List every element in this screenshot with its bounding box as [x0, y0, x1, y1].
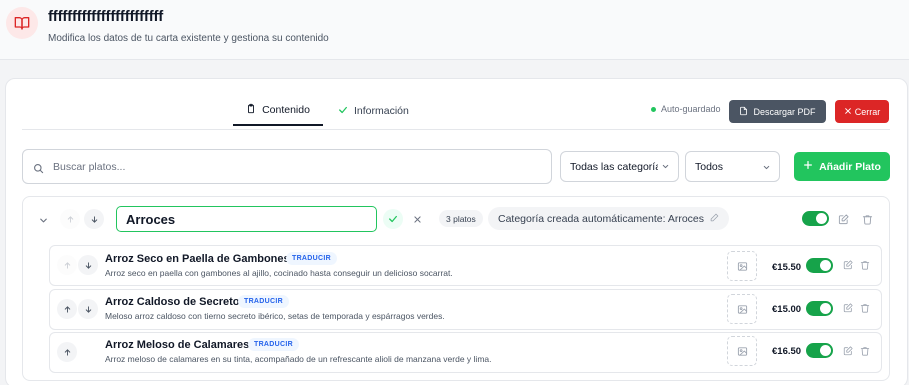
dish-price: €15.00	[772, 304, 802, 315]
dish-description: Arroz meloso de calamares en su tinta, a…	[105, 354, 492, 364]
pencil-icon	[710, 213, 719, 225]
tab-informacion[interactable]: Información	[338, 96, 409, 126]
translate-badge[interactable]: TRADUCIR	[238, 295, 289, 308]
status-filter-select[interactable]: Todos	[685, 151, 780, 182]
category-filter-value: Todas las categorías	[570, 160, 667, 173]
move-up-button[interactable]	[57, 299, 77, 319]
category-name-input[interactable]	[116, 206, 377, 232]
file-icon	[739, 106, 748, 118]
dish-price: €15.50	[772, 262, 802, 273]
tab-contenido[interactable]: Contenido	[233, 96, 323, 126]
delete-dish-icon[interactable]	[858, 258, 872, 272]
move-down-button[interactable]	[84, 209, 104, 229]
tab-label: Información	[354, 105, 409, 117]
chevron-down-icon	[658, 162, 670, 174]
delete-dish-icon[interactable]	[858, 344, 872, 358]
dish-image-placeholder[interactable]	[727, 336, 757, 366]
category-description-text: Categoría creada automáticamente: Arroce…	[498, 212, 705, 225]
delete-dish-icon[interactable]	[858, 301, 872, 315]
add-dish-label: Añadir Plato	[819, 160, 881, 173]
search-input[interactable]	[53, 158, 533, 176]
confirm-category-button[interactable]	[383, 209, 403, 229]
dish-image-placeholder[interactable]	[727, 294, 757, 324]
autosave-indicator: Auto-guardado	[651, 104, 721, 114]
dish-name: Arroz Meloso de Calamares	[105, 339, 250, 351]
move-down-button[interactable]	[78, 255, 98, 275]
page-subtitle: Modifica los datos de tu carta existente…	[48, 33, 329, 44]
edit-dish-icon[interactable]	[841, 258, 855, 272]
dish-row	[49, 245, 882, 286]
dish-active-toggle[interactable]	[806, 301, 833, 316]
chevron-down-icon	[762, 163, 771, 175]
search-icon	[33, 161, 44, 179]
dish-image-placeholder[interactable]	[727, 251, 757, 281]
book-open-icon	[6, 7, 38, 39]
collapse-chevron-icon[interactable]	[36, 213, 50, 227]
status-filter-value: Todos	[695, 160, 724, 173]
delete-category-icon[interactable]	[860, 212, 874, 226]
category-active-toggle[interactable]	[802, 211, 829, 226]
image-icon	[737, 346, 747, 356]
dish-active-toggle[interactable]	[806, 343, 833, 358]
page-title: ffffffffffffffffffffffff	[48, 8, 164, 25]
plus-icon	[803, 160, 813, 173]
translate-badge[interactable]: TRADUCIR	[248, 338, 299, 351]
image-icon	[737, 261, 747, 271]
dish-description: Meloso arroz caldoso con tierno secreto …	[105, 311, 445, 321]
dish-active-toggle[interactable]	[806, 258, 833, 273]
download-pdf-button[interactable]: Descargar PDF	[729, 100, 826, 123]
cancel-category-button[interactable]	[408, 209, 426, 229]
clipboard-icon	[246, 103, 256, 117]
tabs-divider	[22, 129, 890, 130]
close-button[interactable]: Cerrar	[835, 100, 889, 123]
dish-name: Arroz Caldoso de Secreto	[105, 296, 240, 308]
dish-price: €16.50	[772, 346, 802, 357]
add-dish-button[interactable]: Añadir Plato	[794, 152, 890, 181]
category-filter-select[interactable]: Todas las categorías	[560, 151, 679, 182]
check-icon	[338, 105, 348, 118]
close-icon	[844, 107, 852, 117]
edit-dish-icon[interactable]	[841, 344, 855, 358]
dish-name: Arroz Seco en Paella de Gambones	[105, 253, 290, 265]
move-down-button[interactable]	[78, 299, 98, 319]
page-header: ffffffffffffffffffffffff Modifica los da…	[0, 0, 909, 60]
translate-badge[interactable]: TRADUCIR	[286, 252, 337, 265]
dish-count-badge: 3 platos	[439, 210, 483, 227]
autosave-label: Auto-guardado	[661, 104, 721, 114]
edit-category-icon[interactable]	[836, 212, 850, 226]
category-description[interactable]: Categoría creada automáticamente: Arroce…	[488, 207, 730, 230]
edit-dish-icon[interactable]	[841, 301, 855, 315]
close-label: Cerrar	[854, 106, 881, 117]
status-dot	[651, 106, 656, 112]
move-up-button[interactable]	[57, 255, 77, 275]
search-box	[22, 149, 552, 184]
move-up-button[interactable]	[60, 209, 80, 229]
move-up-button[interactable]	[57, 342, 77, 362]
download-pdf-label: Descargar PDF	[753, 106, 816, 117]
tab-label: Contenido	[262, 104, 310, 116]
image-icon	[737, 304, 747, 314]
dish-description: Arroz seco en paella con gambones al aji…	[105, 268, 453, 278]
